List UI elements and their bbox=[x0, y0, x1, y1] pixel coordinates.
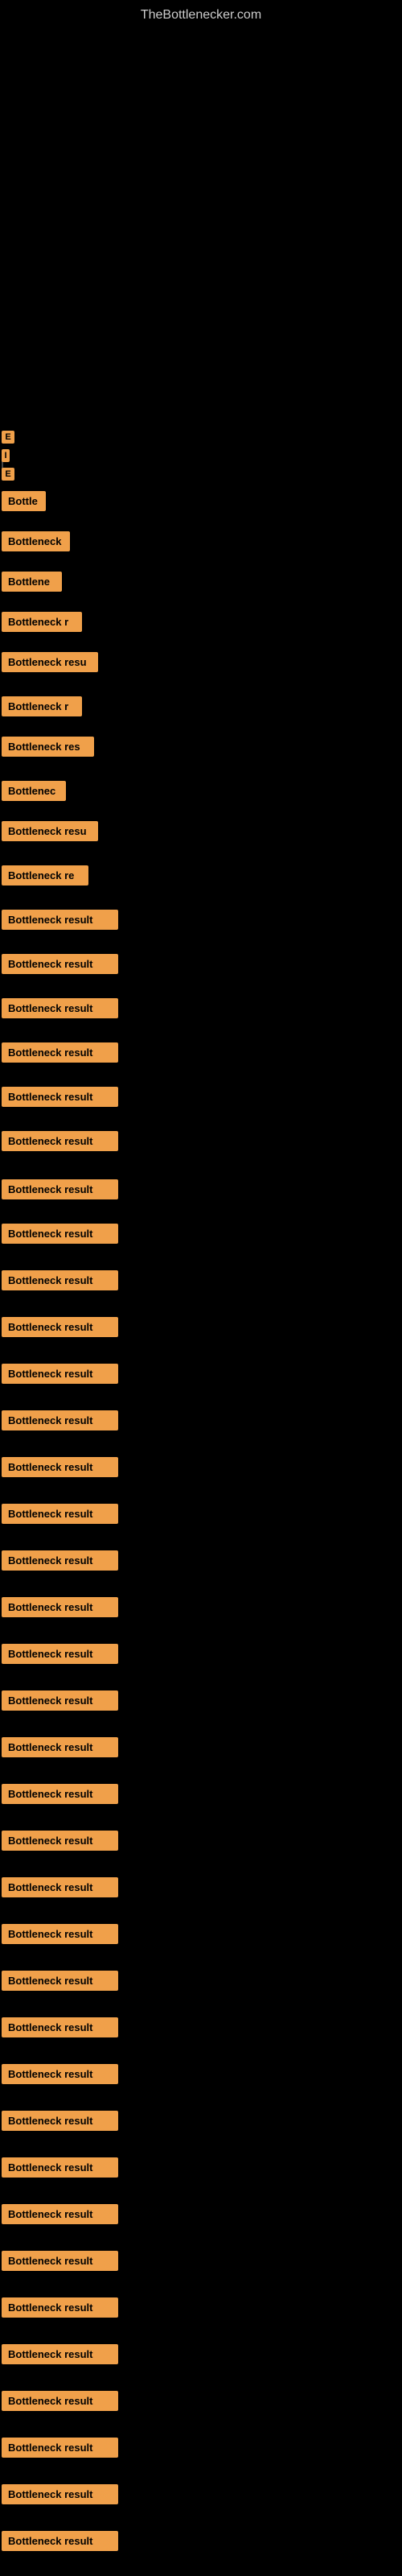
bottleneck-result-item[interactable]: Bottleneck result bbox=[2, 1179, 118, 1199]
bottleneck-result-item[interactable]: Bottleneck result bbox=[2, 1690, 118, 1711]
bottleneck-result-item[interactable]: Bottleneck result bbox=[2, 1364, 118, 1384]
bottleneck-result-item[interactable]: Bottleneck result bbox=[2, 1504, 118, 1524]
bottleneck-result-item[interactable]: Bottleneck r bbox=[2, 612, 82, 632]
bottleneck-result-item[interactable]: Bottleneck result bbox=[2, 2251, 118, 2271]
bottleneck-result-item[interactable]: Bottleneck result bbox=[2, 1737, 118, 1757]
bottleneck-result-item[interactable]: Bottle bbox=[2, 491, 46, 511]
bottleneck-result-item[interactable]: Bottleneck result bbox=[2, 1457, 118, 1477]
bottleneck-result-item[interactable]: Bottleneck result bbox=[2, 1550, 118, 1571]
bottleneck-result-item[interactable]: Bottleneck r bbox=[2, 696, 82, 716]
main-chart-area bbox=[0, 31, 402, 449]
small-label-3: E bbox=[2, 468, 14, 481]
bottleneck-result-item[interactable]: Bottleneck result bbox=[2, 1877, 118, 1897]
bottleneck-result-item[interactable]: Bottlene bbox=[2, 572, 62, 592]
bottleneck-result-item[interactable]: Bottleneck result bbox=[2, 1597, 118, 1617]
bottleneck-result-item[interactable]: Bottleneck result bbox=[2, 1784, 118, 1804]
bottleneck-result-item[interactable]: Bottleneck result bbox=[2, 2484, 118, 2504]
small-label-2: I bbox=[2, 449, 10, 462]
bottleneck-result-item[interactable]: Bottleneck result bbox=[2, 2297, 118, 2318]
bottleneck-result-item[interactable]: Bottleneck resu bbox=[2, 821, 98, 841]
bottleneck-result-item[interactable]: Bottleneck result bbox=[2, 998, 118, 1018]
bottleneck-result-item[interactable]: Bottleneck result bbox=[2, 2157, 118, 2178]
bottleneck-result-item[interactable]: Bottleneck result bbox=[2, 954, 118, 974]
bottleneck-result-item[interactable]: Bottleneck result bbox=[2, 2064, 118, 2084]
small-label-1: E bbox=[2, 431, 14, 444]
bottleneck-result-item[interactable]: Bottleneck re bbox=[2, 865, 88, 886]
page-container: TheBottlenecker.com E I E Bottle Bottlene… bbox=[0, 0, 402, 2576]
bottleneck-result-item[interactable]: Bottleneck result bbox=[2, 910, 118, 930]
bottleneck-result-item[interactable]: Bottleneck result bbox=[2, 1087, 118, 1107]
bottleneck-result-item[interactable]: Bottleneck result bbox=[2, 1131, 118, 1151]
bottleneck-result-item[interactable]: Bottleneck res bbox=[2, 737, 94, 757]
bottleneck-result-item[interactable]: Bottleneck result bbox=[2, 1644, 118, 1664]
bottleneck-result-item[interactable]: Bottleneck result bbox=[2, 2438, 118, 2458]
bottleneck-result-item[interactable]: Bottleneck result bbox=[2, 2204, 118, 2224]
bottleneck-result-item[interactable]: Bottleneck result bbox=[2, 1971, 118, 1991]
bottleneck-result-item[interactable]: Bottleneck resu bbox=[2, 652, 98, 672]
bottleneck-result-item[interactable]: Bottleneck result bbox=[2, 2344, 118, 2364]
bottleneck-result-item[interactable]: Bottleneck result bbox=[2, 2531, 118, 2551]
bottleneck-result-item[interactable]: Bottleneck result bbox=[2, 2017, 118, 2037]
bottleneck-result-item[interactable]: Bottleneck result bbox=[2, 2391, 118, 2411]
bottleneck-result-item[interactable]: Bottleneck result bbox=[2, 2111, 118, 2131]
bottleneck-result-item[interactable]: Bottleneck bbox=[2, 531, 70, 551]
bottleneck-result-item[interactable]: Bottleneck result bbox=[2, 1831, 118, 1851]
bottleneck-result-item[interactable]: Bottleneck result bbox=[2, 1270, 118, 1290]
bottleneck-result-item[interactable]: Bottleneck result bbox=[2, 1224, 118, 1244]
site-title: TheBottlenecker.com bbox=[0, 0, 402, 31]
bottleneck-result-item[interactable]: Bottleneck result bbox=[2, 1924, 118, 1944]
bottleneck-result-item[interactable]: Bottlenec bbox=[2, 781, 66, 801]
bottleneck-result-item[interactable]: Bottleneck result bbox=[2, 1410, 118, 1430]
bottleneck-result-item[interactable]: Bottleneck result bbox=[2, 1317, 118, 1337]
bottleneck-result-item[interactable]: Bottleneck result bbox=[2, 1042, 118, 1063]
